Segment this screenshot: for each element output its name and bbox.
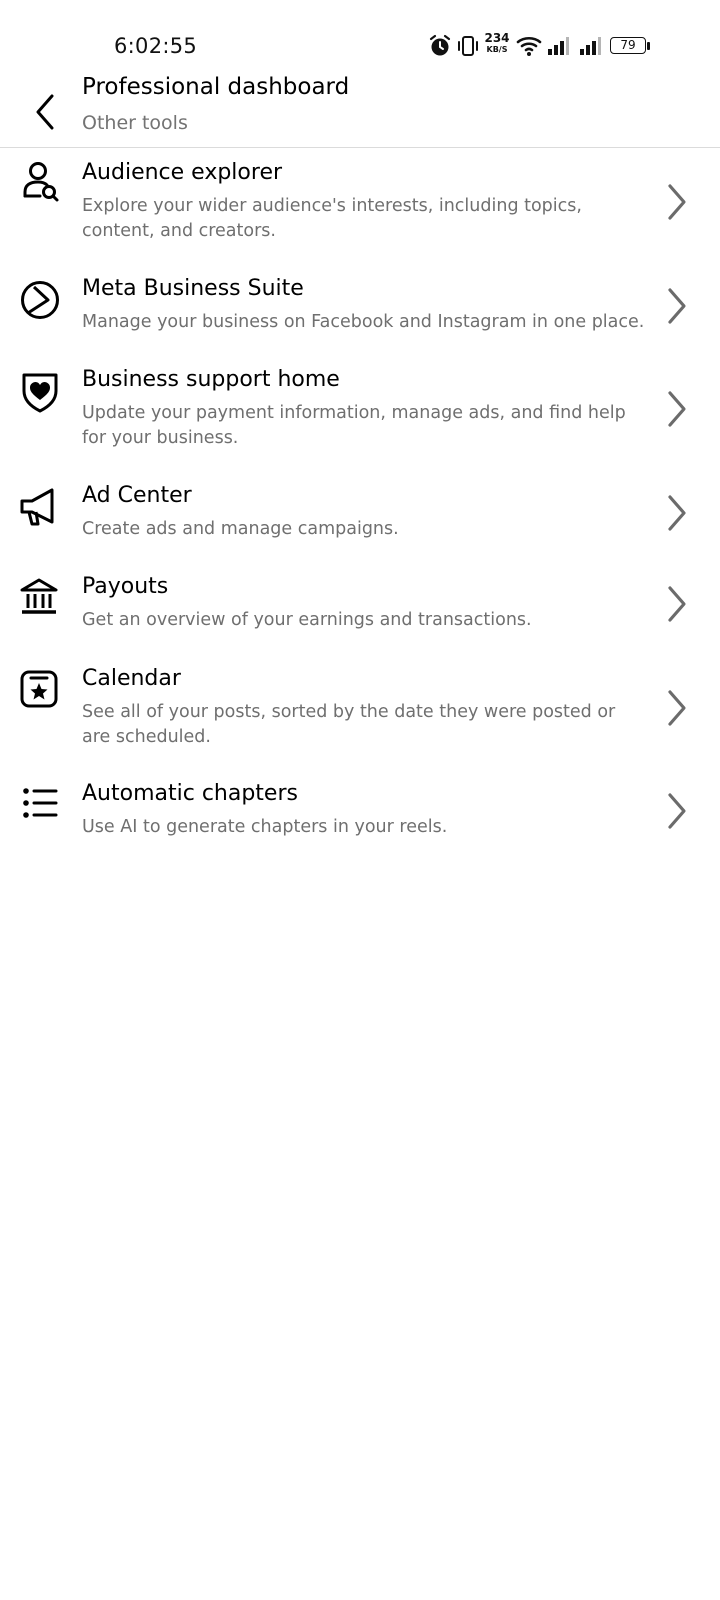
list-icon bbox=[23, 788, 58, 818]
chevron-right-icon bbox=[668, 288, 686, 324]
battery-level: 79 bbox=[620, 38, 636, 52]
tool-description: Use AI to generate chapters in your reel… bbox=[82, 817, 448, 837]
alarm-icon bbox=[429, 34, 451, 56]
tool-title: Payouts bbox=[82, 574, 169, 599]
tool-description: Manage your business on Facebook and Ins… bbox=[82, 312, 645, 332]
tool-description: Explore your wider audience's interests,… bbox=[82, 196, 582, 241]
tool-row-ad-center[interactable]: Ad Center Create ads and manage campaign… bbox=[0, 483, 720, 559]
page-subtitle: Other tools bbox=[82, 112, 188, 134]
tool-description: Get an overview of your earnings and tra… bbox=[82, 610, 532, 630]
chevron-right-icon bbox=[668, 391, 686, 427]
bank-icon bbox=[20, 578, 58, 614]
network-speed: 234 KB/S bbox=[484, 31, 510, 54]
megaphone-icon bbox=[20, 488, 54, 526]
tool-row-business-support-home[interactable]: Business support home Update your paymen… bbox=[0, 367, 720, 467]
signal-icon bbox=[548, 37, 569, 55]
status-time: 6:02:55 bbox=[114, 34, 198, 58]
chevron-right-icon bbox=[668, 495, 686, 531]
shield-heart-icon bbox=[22, 373, 58, 413]
battery-icon: 79 bbox=[610, 37, 646, 54]
header-divider bbox=[0, 147, 720, 148]
wifi-icon bbox=[516, 36, 542, 56]
tool-title: Business support home bbox=[82, 367, 340, 392]
vibrate-icon bbox=[458, 36, 478, 56]
tool-title: Ad Center bbox=[82, 483, 192, 508]
status-icons: 234 KB/S 79 bbox=[420, 31, 720, 62]
tool-description: Create ads and manage campaigns. bbox=[82, 519, 399, 539]
tool-title: Calendar bbox=[82, 666, 181, 691]
meta-business-suite-icon bbox=[21, 281, 59, 319]
chevron-right-icon bbox=[668, 690, 686, 726]
tool-row-calendar[interactable]: Calendar See all of your posts, sorted b… bbox=[0, 666, 720, 766]
tool-row-meta-business-suite[interactable]: Meta Business Suite Manage your business… bbox=[0, 276, 720, 352]
back-button[interactable] bbox=[28, 90, 64, 134]
chevron-right-icon bbox=[668, 793, 686, 829]
back-arrow-icon bbox=[36, 94, 54, 130]
tool-row-automatic-chapters[interactable]: Automatic chapters Use AI to generate ch… bbox=[0, 781, 720, 857]
tool-title: Automatic chapters bbox=[82, 781, 298, 806]
header: Professional dashboard Other tools bbox=[0, 70, 720, 148]
calendar-star-icon bbox=[20, 670, 58, 708]
tool-title: Meta Business Suite bbox=[82, 276, 304, 301]
tool-description: See all of your posts, sorted by the dat… bbox=[82, 702, 616, 747]
tool-description: Update your payment information, manage … bbox=[82, 403, 626, 448]
tool-title: Audience explorer bbox=[82, 160, 283, 185]
signal-icon bbox=[580, 37, 601, 55]
tool-row-audience-explorer[interactable]: Audience explorer Explore your wider aud… bbox=[0, 160, 720, 260]
tool-row-payouts[interactable]: Payouts Get an overview of your earnings… bbox=[0, 574, 720, 650]
chevron-right-icon bbox=[668, 586, 686, 622]
chevron-right-icon bbox=[668, 184, 686, 220]
person-search-icon bbox=[23, 162, 59, 202]
page-title: Professional dashboard bbox=[82, 74, 350, 100]
